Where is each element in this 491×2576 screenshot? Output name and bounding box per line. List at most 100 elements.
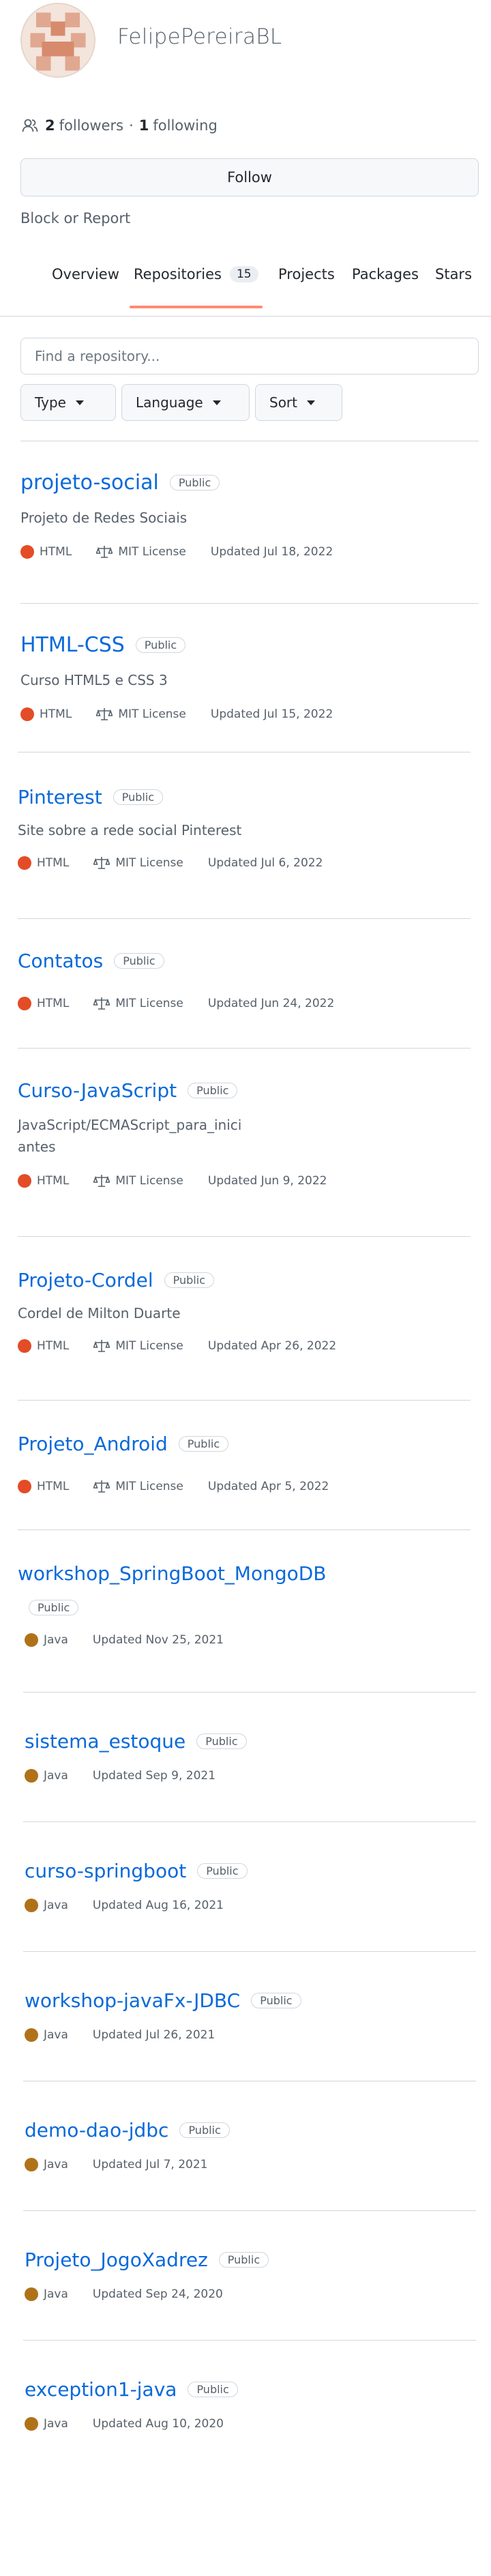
license-info[interactable]: MIT License [93, 997, 183, 1010]
updated-date: Updated Jul 26, 2021 [92, 2028, 215, 2042]
repositories-count-badge: 15 [229, 266, 258, 282]
tab-label: Overview [52, 266, 119, 282]
language-color-dot [25, 2287, 38, 2301]
license-info[interactable]: MIT License [93, 1339, 183, 1353]
tab-stars[interactable]: Stars [435, 266, 472, 282]
divider [23, 2340, 476, 2341]
tab-projects[interactable]: Projects [278, 266, 335, 282]
repo-item: workshop-javaFx-JDBC Public Java Updated … [25, 1989, 475, 2042]
repo-item: demo-dao-jdbc Public Java Updated Jul 7, … [25, 2119, 475, 2171]
repository-search-input[interactable] [35, 348, 464, 364]
license-label: MIT License [115, 997, 183, 1010]
filter-label: Type [35, 394, 66, 411]
license-label: MIT License [118, 707, 186, 721]
following-count[interactable]: 1 [139, 117, 149, 134]
repo-name-link[interactable]: Pinterest [18, 786, 102, 808]
follow-stats: 2 followers · 1 following [22, 117, 218, 134]
avatar[interactable] [20, 3, 95, 78]
repo-name-link[interactable]: Projeto-Cordel [18, 1269, 153, 1291]
repo-name-link[interactable]: HTML-CSS [20, 633, 125, 657]
sort-filter-button[interactable]: Sort [255, 384, 342, 421]
repo-name-link[interactable]: sistema_estoque [25, 1730, 185, 1753]
language-color-dot [25, 1899, 38, 1912]
repo-name-link[interactable]: curso-springboot [25, 1860, 186, 1882]
updated-date: Updated Jul 15, 2022 [210, 707, 333, 721]
license-info[interactable]: MIT License [93, 1480, 183, 1493]
repo-description: Curso HTML5 e CSS 3 [20, 672, 168, 688]
language-color-dot [25, 2158, 38, 2171]
language-filter-button[interactable]: Language [121, 384, 250, 421]
follow-button[interactable]: Follow [20, 158, 479, 196]
language-color-dot [25, 2028, 38, 2042]
repo-language: HTML [37, 1174, 70, 1188]
repo-item: workshop_SpringBoot_MongoDB Public Java … [18, 1562, 475, 1647]
people-icon [22, 119, 38, 132]
language-color-dot [18, 1480, 31, 1493]
license-info[interactable]: MIT License [93, 1174, 183, 1188]
repo-language: HTML [37, 1339, 70, 1353]
repo-description: Projeto de Redes Sociais [20, 510, 188, 526]
tab-label: Repositories [134, 266, 222, 282]
visibility-badge: Public [169, 475, 220, 491]
type-filter-button[interactable]: Type [20, 384, 116, 421]
repo-item: Projeto_JogoXadrez Public Java Updated Se… [25, 2249, 475, 2301]
repo-language: HTML [37, 1480, 70, 1493]
caret-down-icon [75, 400, 84, 405]
license-info[interactable]: MIT License [96, 707, 186, 721]
repo-description: Site sobre a rede social Pinterest [18, 822, 242, 838]
divider [20, 603, 479, 604]
license-info[interactable]: MIT License [96, 545, 186, 559]
repo-language: Java [44, 2028, 68, 2042]
tab-packages[interactable]: Packages [352, 266, 419, 282]
tab-repositories[interactable]: Repositories 15 [130, 266, 263, 308]
repo-name-link[interactable]: Projeto_Android [18, 1433, 168, 1455]
repo-name-link[interactable]: projeto-social [20, 471, 159, 495]
repo-name-link[interactable]: workshop_SpringBoot_MongoDB [18, 1562, 327, 1585]
tab-label: Stars [435, 266, 473, 282]
updated-date: Updated Jul 6, 2022 [207, 856, 323, 870]
repo-name-link[interactable]: demo-dao-jdbc [25, 2119, 168, 2141]
repo-item: projeto-social Public Projeto de Redes So… [20, 471, 479, 559]
updated-date: Updated Nov 25, 2021 [92, 1633, 224, 1647]
repo-language: HTML [40, 545, 72, 559]
license-info[interactable]: MIT License [93, 856, 183, 870]
followers-label[interactable]: followers [59, 117, 123, 134]
repo-name-link[interactable]: Curso-JavaScript [18, 1079, 177, 1102]
repo-item: Projeto_Android Public HTML MIT License U… [18, 1433, 475, 1493]
repo-name-link[interactable]: exception1-java [25, 2378, 177, 2401]
repo-description: JavaScript/ECMAScript_para_inici antes [18, 1114, 475, 1158]
divider [23, 1951, 476, 1952]
repository-search[interactable] [20, 338, 479, 375]
language-color-dot [18, 997, 31, 1010]
language-color-dot [25, 1769, 38, 1783]
visibility-badge: Public [179, 2122, 230, 2138]
repo-name-link[interactable]: Projeto_JogoXadrez [25, 2249, 208, 2271]
visibility-badge: Public [29, 1600, 79, 1615]
tab-overview[interactable]: Overview [52, 266, 119, 282]
repo-name-link[interactable]: workshop-javaFx-JDBC [25, 1989, 240, 2012]
divider [18, 1236, 471, 1237]
law-icon [96, 546, 113, 558]
repo-item: Curso-JavaScript Public JavaScript/ECMASc… [18, 1079, 475, 1188]
caret-down-icon [307, 400, 315, 405]
followers-count[interactable]: 2 [45, 117, 55, 134]
divider [23, 2210, 476, 2211]
following-label[interactable]: following [153, 117, 217, 134]
license-label: MIT License [118, 545, 186, 559]
updated-date: Updated Aug 16, 2021 [92, 1899, 224, 1912]
license-label: MIT License [115, 1339, 183, 1353]
repo-name-link[interactable]: Contatos [18, 950, 103, 972]
divider [23, 1692, 476, 1693]
updated-date: Updated Jul 7, 2021 [92, 2158, 208, 2171]
repo-language: HTML [37, 997, 70, 1010]
updated-date: Updated Apr 5, 2022 [207, 1480, 329, 1493]
block-or-report-link[interactable]: Block or Report [20, 210, 130, 226]
repo-item: Projeto-Cordel Public Cordel de Milton Du… [18, 1269, 475, 1353]
visibility-badge: Public [178, 1436, 229, 1452]
updated-date: Updated Aug 10, 2020 [92, 2417, 224, 2431]
visibility-badge: Public [251, 1993, 301, 2008]
language-color-dot [18, 1174, 31, 1188]
identicon-image [22, 4, 94, 76]
license-label: MIT License [115, 856, 183, 870]
updated-date: Updated Jul 18, 2022 [210, 545, 333, 559]
